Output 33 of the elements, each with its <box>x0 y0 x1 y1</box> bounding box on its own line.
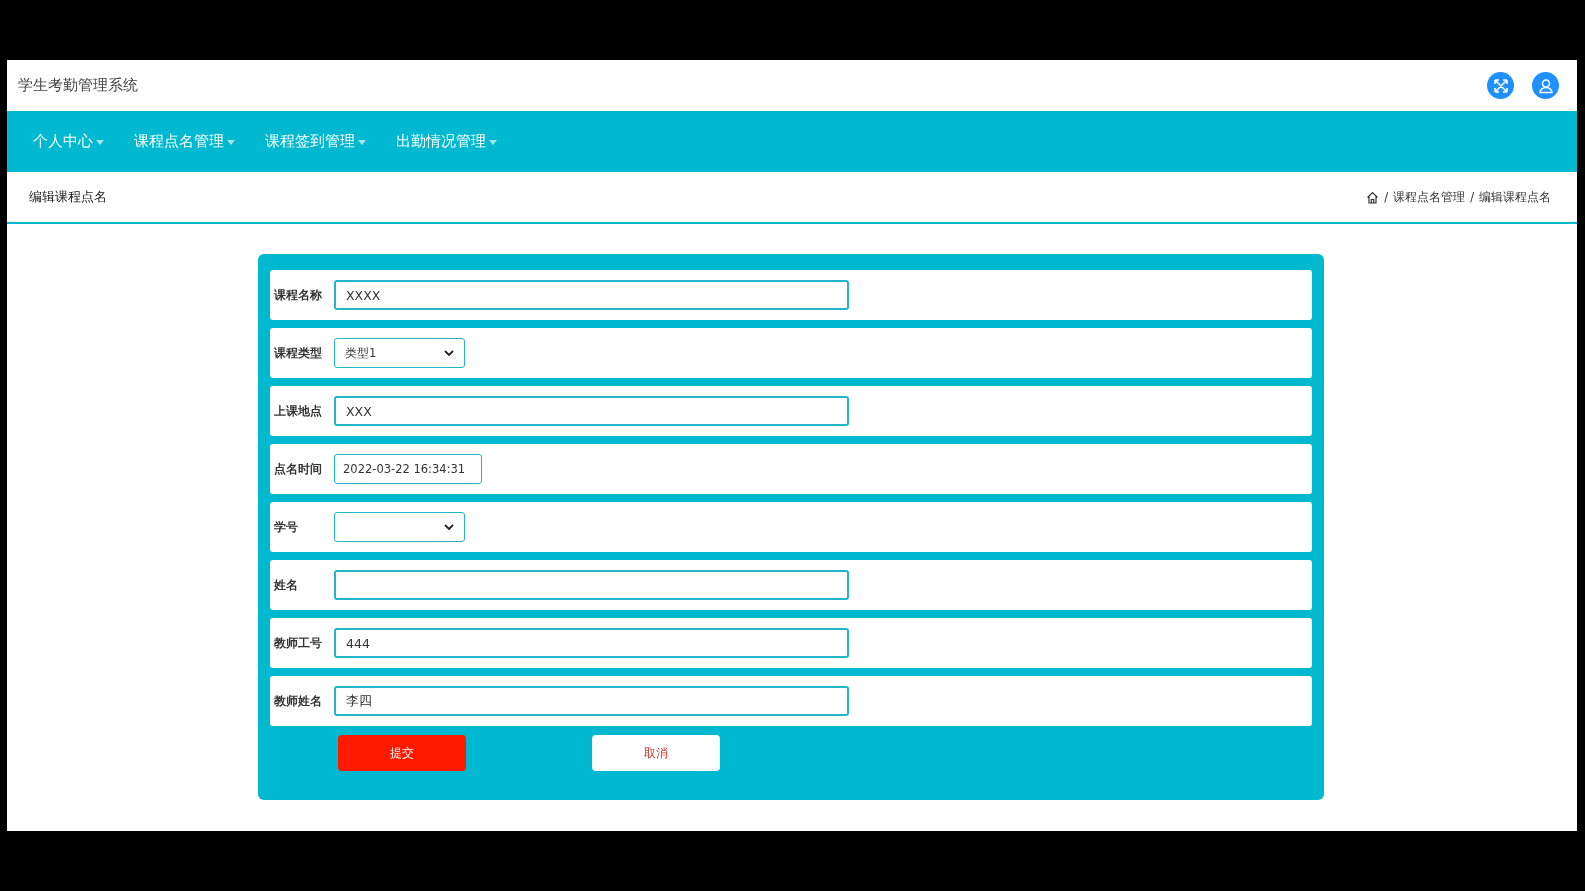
input-field[interactable]: XXX <box>334 396 849 426</box>
field-label: 姓名 <box>274 577 299 593</box>
caret-icon <box>96 140 104 145</box>
select-field[interactable] <box>334 512 465 542</box>
fullscreen-icon[interactable] <box>1487 72 1514 99</box>
cancel-button[interactable]: 取消 <box>592 735 720 771</box>
breadcrumb-separator: / <box>1470 190 1474 204</box>
chevron-down-icon <box>444 349 454 357</box>
input-field[interactable] <box>334 570 849 600</box>
breadcrumb-separator: / <box>1384 190 1389 204</box>
field-label: 点名时间 <box>274 461 323 477</box>
field-label: 教师工号 <box>274 635 323 651</box>
field-label: 教师姓名 <box>274 693 323 709</box>
page-title: 编辑课程点名 <box>29 188 107 206</box>
home-icon[interactable] <box>1366 190 1380 204</box>
breadcrumb-item: 编辑课程点名 <box>1479 189 1551 205</box>
select-field[interactable]: 类型1 <box>334 338 465 368</box>
submit-button[interactable]: 提交 <box>338 735 466 771</box>
caret-icon <box>489 140 497 145</box>
app-title: 学生考勤管理系统 <box>18 76 138 95</box>
caret-icon <box>227 140 235 145</box>
breadcrumb-item[interactable]: 课程点名管理 <box>1393 189 1466 205</box>
input-field[interactable]: 李四 <box>334 686 849 716</box>
field-label: 学号 <box>274 519 299 535</box>
caret-icon <box>358 140 366 145</box>
date-field[interactable]: 2022-03-22 16:34:31 <box>334 454 482 484</box>
chevron-down-icon <box>444 523 454 531</box>
input-field[interactable]: XXXX <box>334 280 849 310</box>
user-icon[interactable] <box>1532 72 1559 99</box>
field-label: 课程名称 <box>274 287 323 303</box>
input-field[interactable]: 444 <box>334 628 849 658</box>
field-label: 课程类型 <box>274 345 323 361</box>
field-label: 上课地点 <box>274 403 323 419</box>
